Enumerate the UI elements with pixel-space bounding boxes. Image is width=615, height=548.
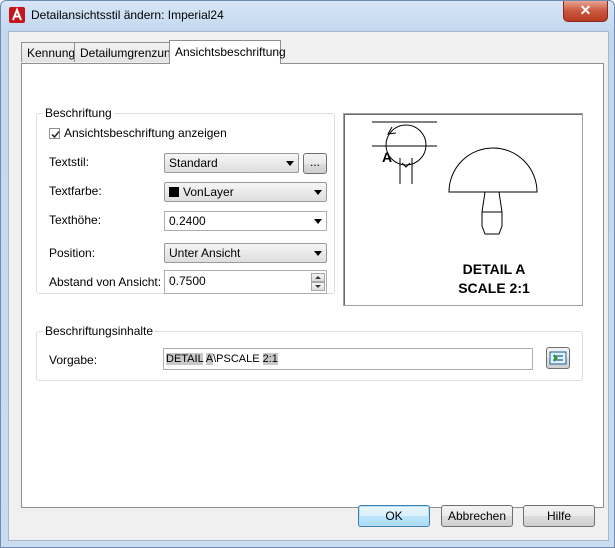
tab-panel: Beschriftung Ansichtsbeschriftung anzeig…: [21, 63, 604, 508]
show-label-text: Ansichtsbeschriftung anzeigen: [64, 126, 227, 140]
group-title: Beschriftungsinhalte: [43, 324, 156, 338]
tab-kennung[interactable]: Kennung: [21, 42, 75, 62]
ellipsis-icon: ...: [309, 155, 320, 169]
texthoehe-value: 0.2400: [169, 214, 206, 228]
cancel-button[interactable]: Abbrechen: [441, 505, 513, 527]
chevron-down-icon: [314, 251, 322, 256]
preview-caption-line2: SCALE 2:1: [458, 280, 530, 296]
detail-preview-drawing: A DETAIL A SCALE 2:1: [372, 121, 538, 296]
preview-pane: A DETAIL A SCALE 2:1: [343, 113, 583, 306]
vorgabe-label: Vorgabe:: [49, 353, 98, 367]
vorgabe-input[interactable]: DETAIL A\PSCALE 2:1: [163, 348, 533, 370]
position-value: Unter Ansicht: [169, 246, 241, 260]
chevron-down-icon: [314, 190, 322, 195]
beschriftung-group: Beschriftung Ansichtsbeschriftung anzeig…: [36, 106, 335, 294]
spin-up-button[interactable]: [311, 273, 325, 282]
arrow-down-icon: [315, 285, 321, 288]
field-token: 2:1: [262, 353, 278, 365]
textstil-value: Standard: [169, 156, 218, 170]
window-title: Detailansichtsstil ändern: Imperial24: [31, 8, 224, 22]
abstand-label: Abstand von Ansicht:: [49, 275, 162, 289]
position-label: Position:: [49, 246, 96, 260]
cancel-label: Abbrechen: [447, 509, 507, 523]
textfarbe-value: VonLayer: [183, 185, 234, 199]
field-token: A: [205, 353, 214, 365]
title-bar[interactable]: Detailansichtsstil ändern: Imperial24 ✕: [1, 1, 614, 31]
group-title: Beschriftung: [43, 106, 114, 120]
checkmark-icon: [51, 130, 60, 139]
color-swatch: [169, 187, 179, 197]
textfarbe-label: Textfarbe:: [49, 184, 102, 198]
detail-letter: A: [382, 149, 392, 165]
arrow-up-icon: [315, 276, 321, 279]
field-token: DETAIL: [166, 353, 204, 365]
tab-label: Detailumgrenzung: [80, 46, 178, 60]
chevron-down-icon: [314, 219, 322, 224]
dialog-client-area: Kennung Detailumgrenzung Ansichtsbeschri…: [8, 31, 609, 541]
preview-caption-line1: DETAIL A: [463, 261, 526, 277]
close-button[interactable]: ✕: [563, 1, 608, 22]
insert-field-icon: [549, 351, 567, 365]
textstil-label: Textstil:: [49, 155, 90, 169]
tab-ansichtsbeschriftung[interactable]: Ansichtsbeschriftung: [169, 40, 286, 64]
textfarbe-combo[interactable]: VonLayer: [164, 182, 327, 202]
ok-label: OK: [385, 509, 403, 523]
tab-label: Kennung: [27, 46, 76, 60]
abstand-input[interactable]: 0.7500: [164, 270, 327, 294]
tab-label: Ansichtsbeschriftung: [175, 45, 286, 59]
spin-down-button[interactable]: [311, 282, 325, 291]
textstil-browse-button[interactable]: ...: [303, 153, 327, 174]
abstand-value: 0.7500: [169, 274, 206, 288]
texthoehe-combo[interactable]: 0.2400: [164, 211, 327, 231]
help-label: Hilfe: [546, 509, 571, 523]
close-icon: ✕: [579, 2, 592, 18]
autocad-app-icon[interactable]: [9, 7, 25, 23]
ok-button[interactable]: OK: [358, 505, 430, 527]
position-combo[interactable]: Unter Ansicht: [164, 243, 327, 263]
chevron-down-icon: [286, 161, 294, 166]
inhalte-group: Beschriftungsinhalte Vorgabe: DETAIL A\P…: [36, 324, 583, 381]
dialog-window: Detailansichtsstil ändern: Imperial24 ✕ …: [0, 0, 615, 548]
help-button[interactable]: Hilfe: [523, 505, 595, 527]
show-label-checkbox[interactable]: [49, 128, 60, 139]
insert-field-button[interactable]: [546, 347, 570, 369]
textstil-combo[interactable]: Standard: [164, 153, 299, 173]
tab-detailumgrenzung[interactable]: Detailumgrenzung: [74, 42, 177, 62]
texthoehe-label: Texthöhe:: [49, 213, 102, 227]
text-token: \PSCALE: [213, 353, 263, 365]
